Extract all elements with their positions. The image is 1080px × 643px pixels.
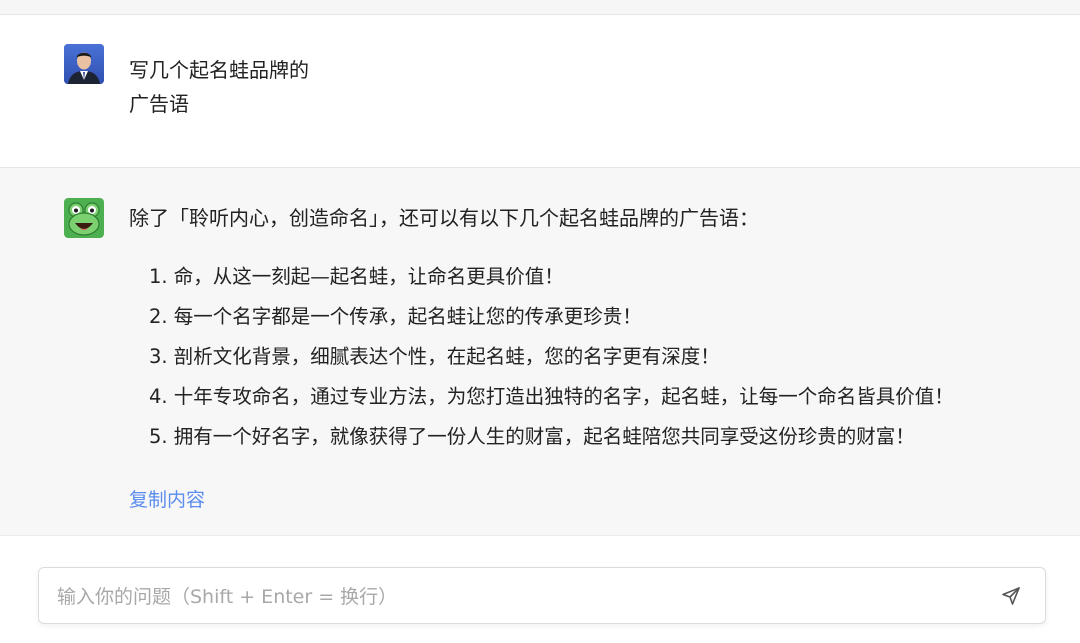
list-item: 2. 每一个名字都是一个传承，起名蛙让您的传承更珍贵！ (149, 305, 642, 328)
question-input[interactable] (57, 568, 977, 625)
chat-input-box (38, 567, 1046, 625)
top-strip (0, 0, 1080, 15)
user-avatar (64, 44, 104, 84)
frog-avatar-icon (64, 198, 104, 238)
list-item: 5. 拥有一个好名字，就像获得了一份人生的财富，起名蛙陪您共同享受这份珍贵的财富… (149, 425, 915, 448)
copy-content-button[interactable]: 复制内容 (129, 485, 205, 512)
bot-message: 除了「聆听内心，创造命名」，还可以有以下几个起名蛙品牌的广告语： 1. 命，从这… (0, 168, 1080, 536)
list-item: 1. 命，从这一刻起—起名蛙，让命名更具价值！ (149, 265, 564, 288)
list-item: 4. 十年专攻命名，通过专业方法，为您打造出独特的名字，起名蛙，让每一个命名皆具… (149, 385, 954, 408)
user-message: 写几个起名蛙品牌的 广告语 (0, 15, 1080, 168)
user-message-line: 写几个起名蛙品牌的 (129, 58, 309, 82)
send-icon[interactable] (999, 584, 1023, 608)
slogan-list: 1. 命，从这一刻起—起名蛙，让命名更具价值！ 2. 每一个名字都是一个传承，起… (129, 257, 1040, 457)
user-message-line: 广告语 (129, 92, 189, 116)
list-item: 3. 剖析文化背景，细腻表达个性，在起名蛙，您的名字更有深度！ (149, 345, 720, 368)
bot-intro-text: 除了「聆听内心，创造命名」，还可以有以下几个起名蛙品牌的广告语： (129, 206, 759, 230)
